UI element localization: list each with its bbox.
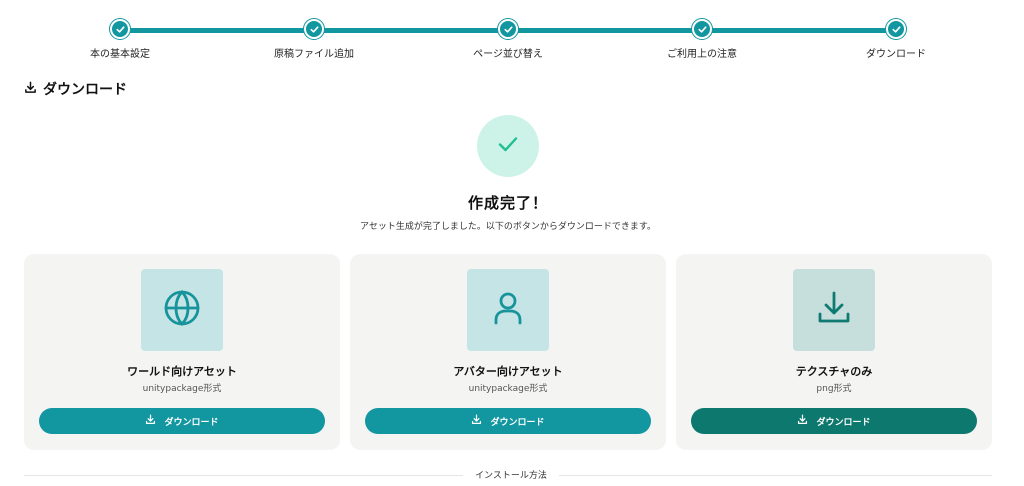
completion-title: 作成完了！ <box>467 194 548 212</box>
download-icon <box>471 414 482 428</box>
step-add-manuscript[interactable]: 原稿ファイル追加 <box>234 19 394 60</box>
completion-message: アセット生成が完了しました。以下のボタンからダウンロードできます。 <box>360 222 656 232</box>
card-icon-tile <box>793 269 875 351</box>
step-label: ダウンロード <box>866 49 926 60</box>
card-texture-only: テクスチャのみ png形式 ダウンロード <box>676 254 992 450</box>
download-icon <box>797 414 808 428</box>
download-world-asset-button[interactable]: ダウンロード <box>39 408 325 434</box>
button-label: ダウンロード <box>164 417 219 428</box>
check-icon <box>494 130 522 162</box>
step-complete-check-icon <box>304 19 324 39</box>
button-label: ダウンロード <box>816 417 871 428</box>
step-label: ページ並び替え <box>473 49 543 60</box>
step-label: 本の基本設定 <box>90 49 150 60</box>
progress-stepper: 本の基本設定 原稿ファイル追加 ページ並び替え ご利用上の注意 ダウンロード <box>0 0 1024 70</box>
step-basic-settings[interactable]: 本の基本設定 <box>40 19 200 60</box>
card-format: unitypackage形式 <box>468 384 548 394</box>
download-icon <box>24 81 37 98</box>
step-complete-check-icon <box>110 19 130 39</box>
card-format: unitypackage形式 <box>142 384 222 394</box>
globe-icon <box>162 288 202 332</box>
step-complete-check-icon <box>886 19 906 39</box>
section-title: ダウンロード <box>24 79 127 99</box>
card-avatar-asset: アバター向けアセット unitypackage形式 ダウンロード <box>350 254 666 450</box>
download-avatar-asset-button[interactable]: ダウンロード <box>365 408 651 434</box>
card-title: アバター向けアセット <box>453 365 563 378</box>
step-download[interactable]: ダウンロード <box>816 19 976 60</box>
card-icon-tile <box>467 269 549 351</box>
step-usage-notes[interactable]: ご利用上の注意 <box>622 19 782 60</box>
step-label: 原稿ファイル追加 <box>274 49 354 60</box>
step-label: ご利用上の注意 <box>667 49 737 60</box>
step-reorder-pages[interactable]: ページ並び替え <box>428 19 588 60</box>
card-title: ワールド向けアセット <box>127 365 237 378</box>
button-label: ダウンロード <box>490 417 545 428</box>
card-world-asset: ワールド向けアセット unitypackage形式 ダウンロード <box>24 254 340 450</box>
card-title: テクスチャのみ <box>795 365 873 378</box>
download-page: 本の基本設定 原稿ファイル追加 ページ並び替え ご利用上の注意 ダウンロード ダ… <box>0 0 1024 486</box>
completion-badge <box>477 115 539 177</box>
download-cards: ワールド向けアセット unitypackage形式 ダウンロード アバター向けア… <box>24 254 992 450</box>
card-icon-tile <box>141 269 223 351</box>
install-method-heading[interactable]: インストール方法 <box>463 468 559 481</box>
download-icon <box>145 414 156 428</box>
step-complete-check-icon <box>692 19 712 39</box>
install-divider: インストール方法 <box>24 466 992 482</box>
download-texture-button[interactable]: ダウンロード <box>691 408 977 434</box>
card-format: png形式 <box>816 384 852 394</box>
step-complete-check-icon <box>498 19 518 39</box>
download-icon <box>814 288 854 332</box>
section-title-text: ダウンロード <box>43 82 127 98</box>
user-icon <box>488 288 528 332</box>
